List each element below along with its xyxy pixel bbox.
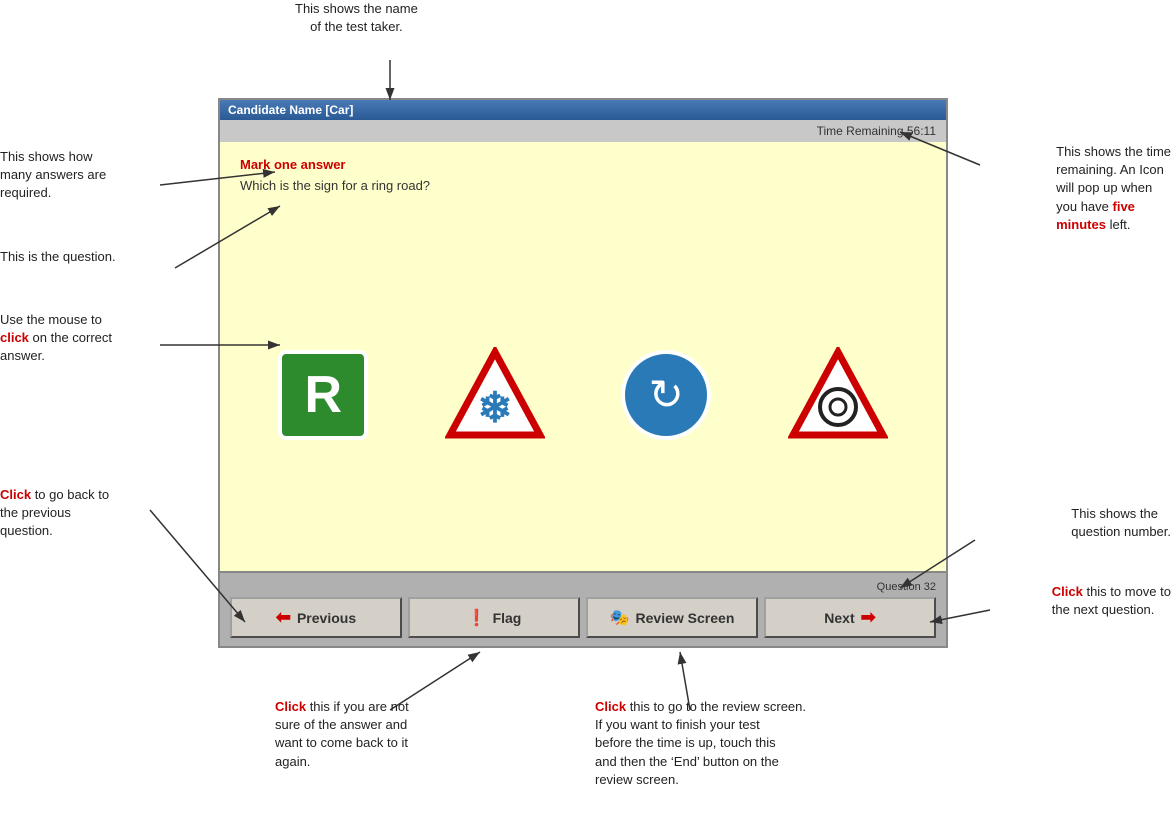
annotation-time-remaining: This shows the time remaining. An Icon w… [1056,143,1171,234]
previous-label: Previous [297,610,356,626]
ann10-line3: before the time is up, touch this [595,735,776,750]
top-bar: Time Remaining 56:11 [220,120,946,142]
previous-button[interactable]: ⬅ Previous [230,597,402,638]
ann7-line1: This shows the [1071,506,1158,521]
ann3-red: click [0,330,29,345]
flag-label: Flag [493,610,522,626]
answer-option-2[interactable]: ❄ [445,347,545,442]
time-remaining: Time Remaining 56:11 [817,124,936,138]
ann9-line1: this if you are not [306,699,409,714]
ann8-red: Click [1052,584,1083,599]
nav-buttons: ⬅ Previous ❗ Flag 🎭 Review Screen Next ➡ [220,597,946,638]
ann6-red: Click [0,487,31,502]
ann8-line2: the next question. [1052,602,1155,617]
ann10-line4: and then the ‘End’ button on the [595,754,779,769]
annotation-mouse-click: Use the mouse to click on the correct an… [0,311,112,366]
sign-roundabout: ↻ [621,350,711,440]
ann5-line1: This shows the time [1056,144,1171,159]
sign-snowflake-triangle: ❄ [445,347,545,442]
ann5-line3: will pop up when [1056,180,1152,195]
ann5-line4: you have [1056,199,1112,214]
ann5-red: five [1113,199,1135,214]
ann9-line2: sure of the answer and [275,717,407,732]
question-number: Question 32 [220,581,946,597]
ann5-line5: minutes [1056,217,1106,232]
next-button[interactable]: Next ➡ [764,597,936,638]
ann9-red: Click [275,699,306,714]
answer-option-3[interactable]: ↻ [621,350,711,440]
flag-icon: ❗ [467,608,487,628]
annotation-flag: Click this if you are not sure of the an… [275,698,409,771]
annotation-next-question: Click this to move to the next question. [1052,583,1171,619]
annotation-question-number: This shows the question number. [1071,505,1171,541]
ann1-line3: required. [0,185,51,200]
ann9-line3: want to come back to it [275,735,408,750]
ann1-line2: many answers are [0,167,106,182]
mark-answer-label: Mark one answer [240,157,926,172]
ann8-line1: this to move to [1083,584,1171,599]
ann4-line1: This shows the name [295,1,418,16]
review-icon: 🎭 [610,608,630,628]
annotation-review: Click this to go to the review screen. I… [595,698,806,789]
answer-option-1[interactable]: R [278,350,368,440]
svg-text:❄: ❄ [477,384,512,431]
ann2-line1: This is the question. [0,249,116,264]
ann10-line2: If you want to finish your test [595,717,760,732]
ann6-line1: to go back to [31,487,109,502]
flag-button[interactable]: ❗ Flag [408,597,580,638]
answer-option-4[interactable] [788,347,888,442]
ann10-line1: this to go to the review screen. [626,699,806,714]
review-button[interactable]: 🎭 Review Screen [586,597,758,638]
title-bar-label: Candidate Name [Car] [228,103,353,117]
annotation-test-taker-name: This shows the name of the test taker. [295,0,418,36]
ann4-line2: of the test taker. [310,19,403,34]
annotation-question: This is the question. [0,248,116,266]
nav-bar: Question 32 ⬅ Previous ❗ Flag 🎭 Review S… [220,571,946,646]
sign-ring-road: R [278,350,368,440]
annotation-go-back: Click to go back to the previous questio… [0,486,109,541]
ann1-line1: This shows how [0,149,92,164]
review-label: Review Screen [636,610,735,626]
ann10-red: Click [595,699,626,714]
title-bar: Candidate Name [Car] [220,100,946,120]
next-label: Next [824,610,854,626]
ann3-line1: Use the mouse to [0,312,102,327]
ann5-line2: remaining. An Icon [1056,162,1164,177]
sign-give-way-triangle [788,347,888,442]
ann3-line3: answer. [0,348,45,363]
ann7-line2: question number. [1071,524,1171,539]
question-area: Mark one answer Which is the sign for a … [220,142,946,571]
ann10-line5: review screen. [595,772,679,787]
ann3-line2: on the correct [29,330,112,345]
arrow-left-icon: ⬅ [276,607,291,628]
annotation-answers-required: This shows how many answers are required… [0,148,106,203]
arrow-right-icon: ➡ [861,607,876,628]
question-text: Which is the sign for a ring road? [240,178,926,193]
ann6-line2: the previous [0,505,71,520]
answers-row: R ❄ ↻ [240,233,926,556]
ann9-line4: again. [275,754,310,769]
ann5-line6: left. [1106,217,1131,232]
test-window: Candidate Name [Car] Time Remaining 56:1… [218,98,948,648]
ann6-line3: question. [0,523,53,538]
